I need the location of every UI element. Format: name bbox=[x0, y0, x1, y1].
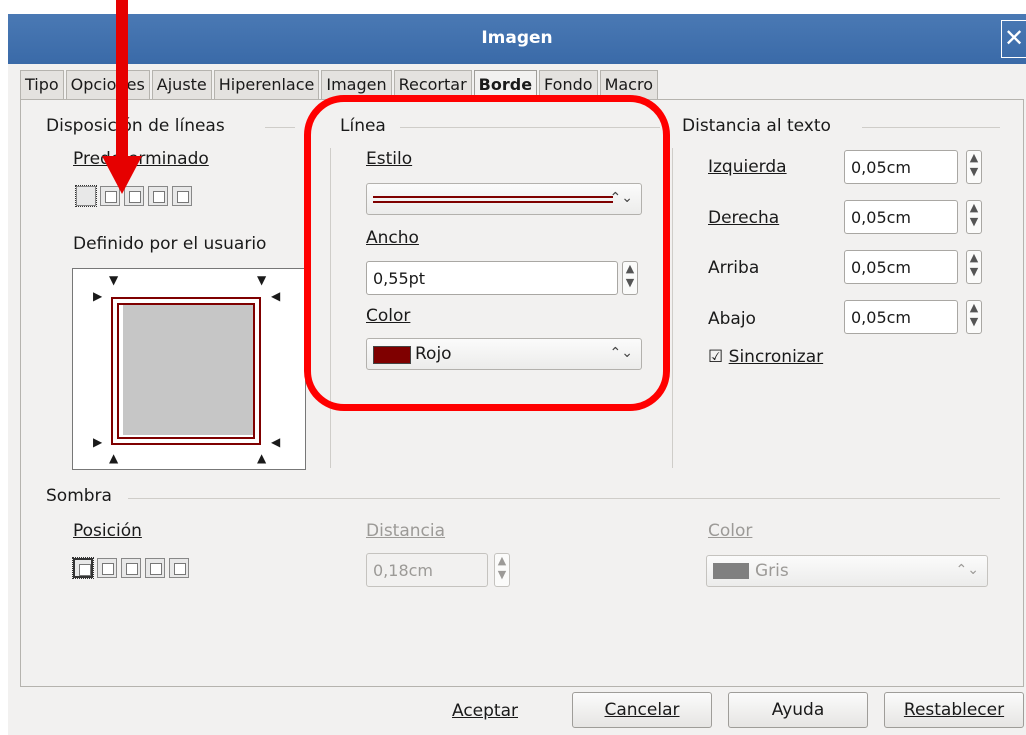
divider bbox=[128, 498, 1000, 499]
sync-checkbox[interactable]: ☑ Sincronizar bbox=[708, 347, 823, 367]
left-spin-icon[interactable]: ▲ ▼ bbox=[966, 150, 982, 184]
top-label: Arriba bbox=[708, 258, 760, 278]
window-titlebar: Imagen ✕ bbox=[8, 14, 1026, 65]
tab-ajuste[interactable]: Ajuste bbox=[151, 70, 212, 99]
shadow-distance-spin-icon[interactable]: ▲ ▼ bbox=[494, 553, 510, 587]
window-title: Imagen bbox=[481, 28, 553, 48]
shadow-color-value: Gris bbox=[755, 561, 789, 581]
corner-marker-icon: ▼ bbox=[257, 273, 267, 287]
tab-tipo[interactable]: Tipo bbox=[20, 70, 64, 99]
shadow-top-right-button[interactable] bbox=[121, 558, 141, 578]
shadow-top-left-button[interactable] bbox=[169, 558, 189, 578]
divider bbox=[862, 127, 1000, 128]
cancel-button[interactable]: Cancelar bbox=[572, 692, 712, 728]
annotation-arrow-icon bbox=[116, 0, 128, 158]
preset-full-button[interactable] bbox=[148, 186, 168, 206]
tab-hiperenlace[interactable]: Hiperenlace bbox=[213, 70, 320, 99]
reset-label: Restablecer bbox=[903, 700, 1005, 720]
left-label: Izquierda bbox=[708, 157, 787, 177]
help-button[interactable]: Ayuda bbox=[728, 692, 868, 728]
top-spin-icon[interactable]: ▲ ▼ bbox=[966, 250, 982, 284]
shadow-distance-label: Distancia bbox=[366, 521, 446, 541]
cancel-label: Cancelar bbox=[604, 700, 680, 720]
top-value: 0,05cm bbox=[851, 258, 912, 277]
preset-none-button[interactable] bbox=[75, 185, 97, 207]
right-value: 0,05cm bbox=[851, 208, 912, 227]
shadow-position-label: Posición bbox=[73, 521, 142, 541]
corner-marker-icon: ◀ bbox=[271, 435, 281, 449]
shadow-none-button[interactable] bbox=[72, 557, 94, 579]
corner-marker-icon: ▲ bbox=[257, 451, 267, 465]
tab-opciones[interactable]: Opciones bbox=[65, 70, 150, 99]
reset-button[interactable]: Restablecer bbox=[884, 692, 1024, 728]
bottom-field[interactable]: 0,05cm bbox=[844, 300, 958, 334]
corner-marker-icon: ▶ bbox=[93, 289, 103, 303]
shadow-legend: Sombra bbox=[46, 486, 118, 506]
shadow-bottom-right-button[interactable] bbox=[97, 558, 117, 578]
border-preview[interactable]: ▼ ▼ ▶ ◀ ▶ ◀ ▲ ▲ bbox=[72, 268, 306, 470]
annotation-highlight-circle bbox=[304, 95, 670, 411]
top-field[interactable]: 0,05cm bbox=[844, 250, 958, 284]
help-label: Ayuda bbox=[771, 700, 825, 720]
bottom-value: 0,05cm bbox=[851, 308, 912, 327]
shadow-color-select[interactable]: Gris ⌃⌄ bbox=[706, 555, 988, 587]
checkbox-icon[interactable]: ☑ bbox=[708, 347, 723, 367]
bottom-label: Abajo bbox=[708, 309, 756, 329]
line-arrangement-legend: Disposición de líneas bbox=[46, 116, 231, 136]
shadow-bottom-left-button[interactable] bbox=[145, 558, 165, 578]
shadow-position-row bbox=[72, 557, 189, 579]
left-value: 0,05cm bbox=[851, 158, 912, 177]
divider bbox=[265, 127, 295, 128]
user-defined-label: Definido por el usuario bbox=[73, 234, 267, 254]
ok-button[interactable]: Aceptar bbox=[452, 701, 518, 721]
corner-marker-icon: ▼ bbox=[109, 273, 119, 287]
sync-label: Sincronizar bbox=[728, 347, 824, 367]
shadow-distance-field[interactable]: 0,18cm bbox=[366, 553, 488, 587]
shadow-color-label: Color bbox=[708, 521, 753, 541]
preview-content bbox=[123, 305, 253, 435]
divider bbox=[672, 148, 673, 468]
shadow-color-swatch bbox=[713, 563, 749, 579]
preset-inner-button[interactable] bbox=[172, 186, 192, 206]
corner-marker-icon: ◀ bbox=[271, 289, 281, 303]
annotation-arrow-head-icon bbox=[102, 156, 142, 194]
right-spin-icon[interactable]: ▲ ▼ bbox=[966, 200, 982, 234]
corner-marker-icon: ▶ bbox=[93, 435, 103, 449]
right-label: Derecha bbox=[708, 208, 780, 228]
bottom-spin-icon[interactable]: ▲ ▼ bbox=[966, 300, 982, 334]
left-field[interactable]: 0,05cm bbox=[844, 150, 958, 184]
close-icon[interactable]: ✕ bbox=[1001, 20, 1026, 58]
spacing-legend: Distancia al texto bbox=[682, 116, 837, 136]
combo-updown-icon: ⌃⌄ bbox=[955, 562, 979, 578]
right-field[interactable]: 0,05cm bbox=[844, 200, 958, 234]
shadow-distance-value: 0,18cm bbox=[373, 561, 434, 580]
corner-marker-icon: ▲ bbox=[109, 451, 119, 465]
